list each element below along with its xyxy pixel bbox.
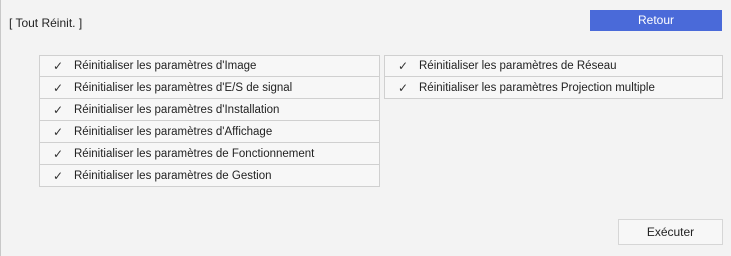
item-label: Réinitialiser les paramètres d'E/S de si…	[74, 81, 293, 94]
reset-signal-io-item[interactable]: ✓ Réinitialiser les paramètres d'E/S de …	[39, 77, 380, 99]
checkmark-icon: ✓	[52, 102, 64, 117]
item-label: Réinitialiser les paramètres d'Image	[74, 60, 257, 72]
checkmark-icon: ✓	[397, 80, 409, 95]
reset-options-list-right: ✓ Réinitialiser les paramètres de Réseau…	[384, 55, 723, 99]
item-label: Réinitialiser les paramètres de Gestion	[74, 169, 272, 182]
reset-options-list-left: ✓ Réinitialiser les paramètres d'Image ✓…	[39, 55, 380, 187]
checkmark-icon: ✓	[52, 124, 64, 139]
item-label: Réinitialiser les paramètres d'Affichage	[74, 125, 273, 138]
execute-button[interactable]: Exécuter	[618, 219, 723, 245]
item-label: Réinitialiser les paramètres d'Installat…	[74, 103, 280, 116]
reset-multi-projection-item[interactable]: ✓ Réinitialiser les paramètres Projectio…	[384, 77, 723, 99]
reset-network-item[interactable]: ✓ Réinitialiser les paramètres de Réseau	[384, 55, 723, 77]
reset-installation-item[interactable]: ✓ Réinitialiser les paramètres d'Install…	[39, 99, 380, 121]
reset-operation-item[interactable]: ✓ Réinitialiser les paramètres de Foncti…	[39, 143, 380, 165]
reset-management-item[interactable]: ✓ Réinitialiser les paramètres de Gestio…	[39, 165, 380, 187]
checkmark-icon: ✓	[52, 80, 64, 95]
checkmark-icon: ✓	[52, 168, 64, 183]
item-label: Réinitialiser les paramètres Projection …	[419, 81, 655, 94]
page-title: [ Tout Réinit. ]	[9, 16, 83, 30]
checkmark-icon: ✓	[52, 146, 64, 161]
checkmark-icon: ✓	[52, 59, 64, 73]
item-label: Réinitialiser les paramètres de Fonction…	[74, 147, 315, 160]
checkmark-icon: ✓	[397, 59, 409, 73]
back-button[interactable]: Retour	[590, 10, 722, 31]
reset-all-panel: [ Tout Réinit. ] Retour ✓ Réinitialiser …	[0, 0, 731, 256]
reset-display-item[interactable]: ✓ Réinitialiser les paramètres d'Afficha…	[39, 121, 380, 143]
reset-image-item[interactable]: ✓ Réinitialiser les paramètres d'Image	[39, 55, 380, 77]
item-label: Réinitialiser les paramètres de Réseau	[419, 60, 617, 72]
